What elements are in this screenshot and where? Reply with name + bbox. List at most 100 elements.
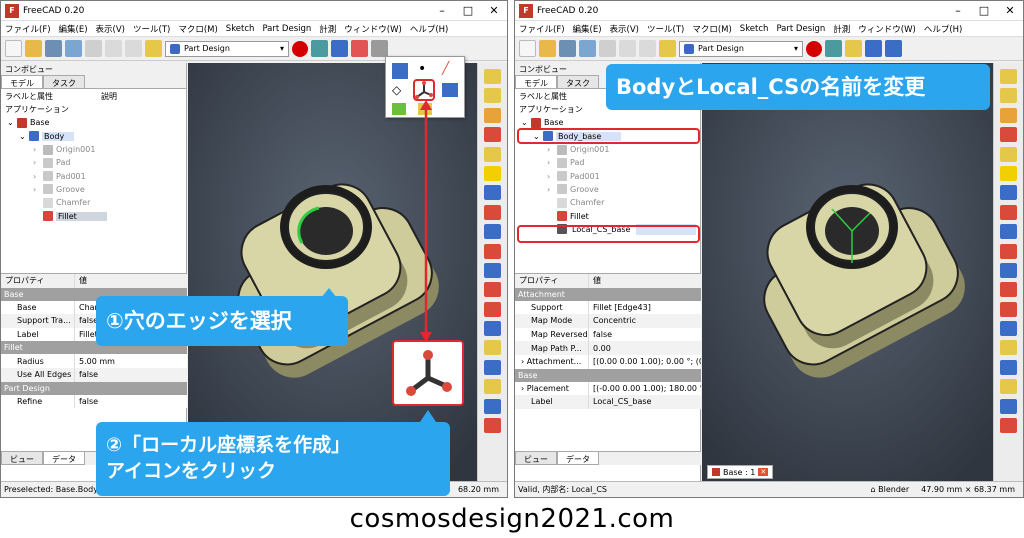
datum-line-icon[interactable]: ╱ [442,61,449,75]
chevron-right-icon[interactable]: › [33,172,43,181]
chevron-right-icon[interactable]: › [547,158,557,167]
tab-data[interactable]: データ [43,452,85,465]
view-fit-icon[interactable] [845,40,862,57]
tab-task[interactable]: タスク [557,75,599,88]
macro-execute-icon[interactable] [311,40,328,57]
toolbar-icon[interactable] [484,321,501,337]
tree-item-fillet[interactable]: Fillet [515,209,700,222]
chevron-right-icon[interactable]: › [547,145,557,154]
prop-row[interactable]: Radius 5.00 mm [1,354,187,368]
toolbar-icon[interactable] [1000,185,1017,201]
toolbar-icon[interactable] [1000,301,1017,317]
save-icon[interactable] [45,40,62,57]
prop-row[interactable]: Label Local_CS_base [515,395,701,409]
toolbar-icon[interactable] [484,88,501,104]
toolbar-icon[interactable] [1000,321,1017,337]
prop-row[interactable]: Support Fillet [Edge43] [515,300,701,315]
save-icon[interactable] [559,40,576,57]
prop-row[interactable]: Use All Edges false [1,367,187,382]
create-sketch-icon[interactable] [351,40,368,57]
prop-value[interactable]: Fillet [Edge43] [589,303,701,312]
navigation-style[interactable]: ⌂ Blender [871,485,910,494]
tree-item-pad001[interactable]: › Pad001 [1,169,186,182]
toolbar-icon[interactable] [484,418,501,434]
toolbar-icon[interactable] [1000,379,1017,395]
toolbar-icon[interactable] [484,262,501,278]
toolbar-icon[interactable] [1000,398,1017,414]
tree-item-body[interactable]: ⌄ Body [1,130,186,143]
toolbar-icon[interactable] [484,224,501,240]
toolbar-icon[interactable] [484,301,501,317]
menu-help[interactable]: ヘルプ(H) [924,23,963,35]
tree-item-fillet[interactable]: Fillet [1,209,186,222]
toolbar-icon[interactable] [484,69,501,84]
shapebinder-icon[interactable] [442,83,458,97]
tab-task[interactable]: タスク [43,75,85,88]
toolbar-icon[interactable] [484,340,501,356]
prop-row[interactable]: Map Path P... 0.00 [515,341,701,355]
menu-help[interactable]: ヘルプ(H) [410,23,449,35]
save-as-icon[interactable] [65,40,82,57]
toolbar-icon[interactable] [1000,282,1017,298]
toolbar-icon[interactable] [1000,359,1017,375]
prop-value[interactable]: [(-0.00 0.00 1.00); 180.00 °; (... [589,384,701,393]
toolbar-icon[interactable] [1000,224,1017,240]
menu-macro[interactable]: マクロ(M) [178,23,217,35]
toolbar-icon[interactable] [484,165,501,181]
chevron-right-icon[interactable]: › [33,158,43,167]
toolbar-icon[interactable] [1000,146,1017,162]
close-button[interactable]: ✕ [481,4,507,17]
toolbar-icon[interactable] [1000,88,1017,104]
menu-measure[interactable]: 計測 [319,23,336,35]
chevron-down-icon[interactable]: ⌄ [7,118,17,127]
datum-body-icon[interactable] [392,63,408,79]
close-button[interactable]: ✕ [997,4,1023,17]
undo-icon[interactable] [145,40,162,57]
prop-value[interactable]: false [75,370,187,379]
chevron-right-icon[interactable]: › [547,185,557,194]
3d-viewport[interactable] [702,63,995,483]
macro-record-icon[interactable] [806,40,822,57]
prop-row[interactable]: Map Mode Concentric [515,314,701,328]
datum-plane-icon[interactable]: ◇ [392,83,401,97]
tree-item-origin[interactable]: › Origin001 [515,143,700,156]
copy-icon[interactable] [619,40,636,57]
tree-item-chamfer[interactable]: Chamfer [515,196,700,209]
prop-row[interactable]: Map Reversed false [515,327,701,342]
menu-file[interactable]: ファイル(F) [519,23,565,35]
open-folder-icon[interactable] [25,40,42,57]
maximize-button[interactable]: □ [971,4,997,17]
menu-window[interactable]: ウィンドウ(W) [858,23,916,35]
minimize-button[interactable]: – [429,4,455,17]
workbench-selector[interactable]: Part Design ▾ [165,40,289,57]
toolbar-icon[interactable] [1000,127,1017,143]
create-body-icon[interactable] [331,40,348,57]
tree-item-origin[interactable]: › Origin001 [1,143,186,156]
prop-value[interactable]: Local_CS_base [589,397,701,406]
chevron-down-icon[interactable]: ⌄ [521,118,531,127]
undo-icon[interactable] [659,40,676,57]
cut-icon[interactable] [599,40,616,57]
prop-row[interactable]: › Placement[(-0.00 0.00 1.00); 180.00 °;… [515,381,701,396]
prop-row[interactable]: Refine false [1,394,187,409]
prop-value[interactable]: 5.00 mm [75,357,187,366]
menu-sketch[interactable]: Sketch [226,24,255,34]
toolbar-icon[interactable] [484,146,501,162]
prop-value[interactable]: false [75,397,187,406]
view-style-icon[interactable] [865,40,882,57]
tree-item-groove[interactable]: › Groove [1,183,186,196]
toolbar-icon[interactable] [484,107,501,123]
menu-view[interactable]: 表示(V) [610,23,639,35]
toolbar-icon[interactable] [484,379,501,395]
paste-icon[interactable] [639,40,656,57]
save-as-icon[interactable] [579,40,596,57]
macro-execute-icon[interactable] [825,40,842,57]
new-file-icon[interactable] [5,40,22,57]
tree-item-pad001[interactable]: › Pad001 [515,169,700,182]
tab-data[interactable]: データ [557,452,599,465]
menu-macro[interactable]: マクロ(M) [692,23,731,35]
toolbar-icon[interactable] [484,204,501,220]
prop-value[interactable]: Concentric [589,316,701,325]
cut-icon[interactable] [85,40,102,57]
toolbar-icon[interactable] [1000,69,1017,84]
